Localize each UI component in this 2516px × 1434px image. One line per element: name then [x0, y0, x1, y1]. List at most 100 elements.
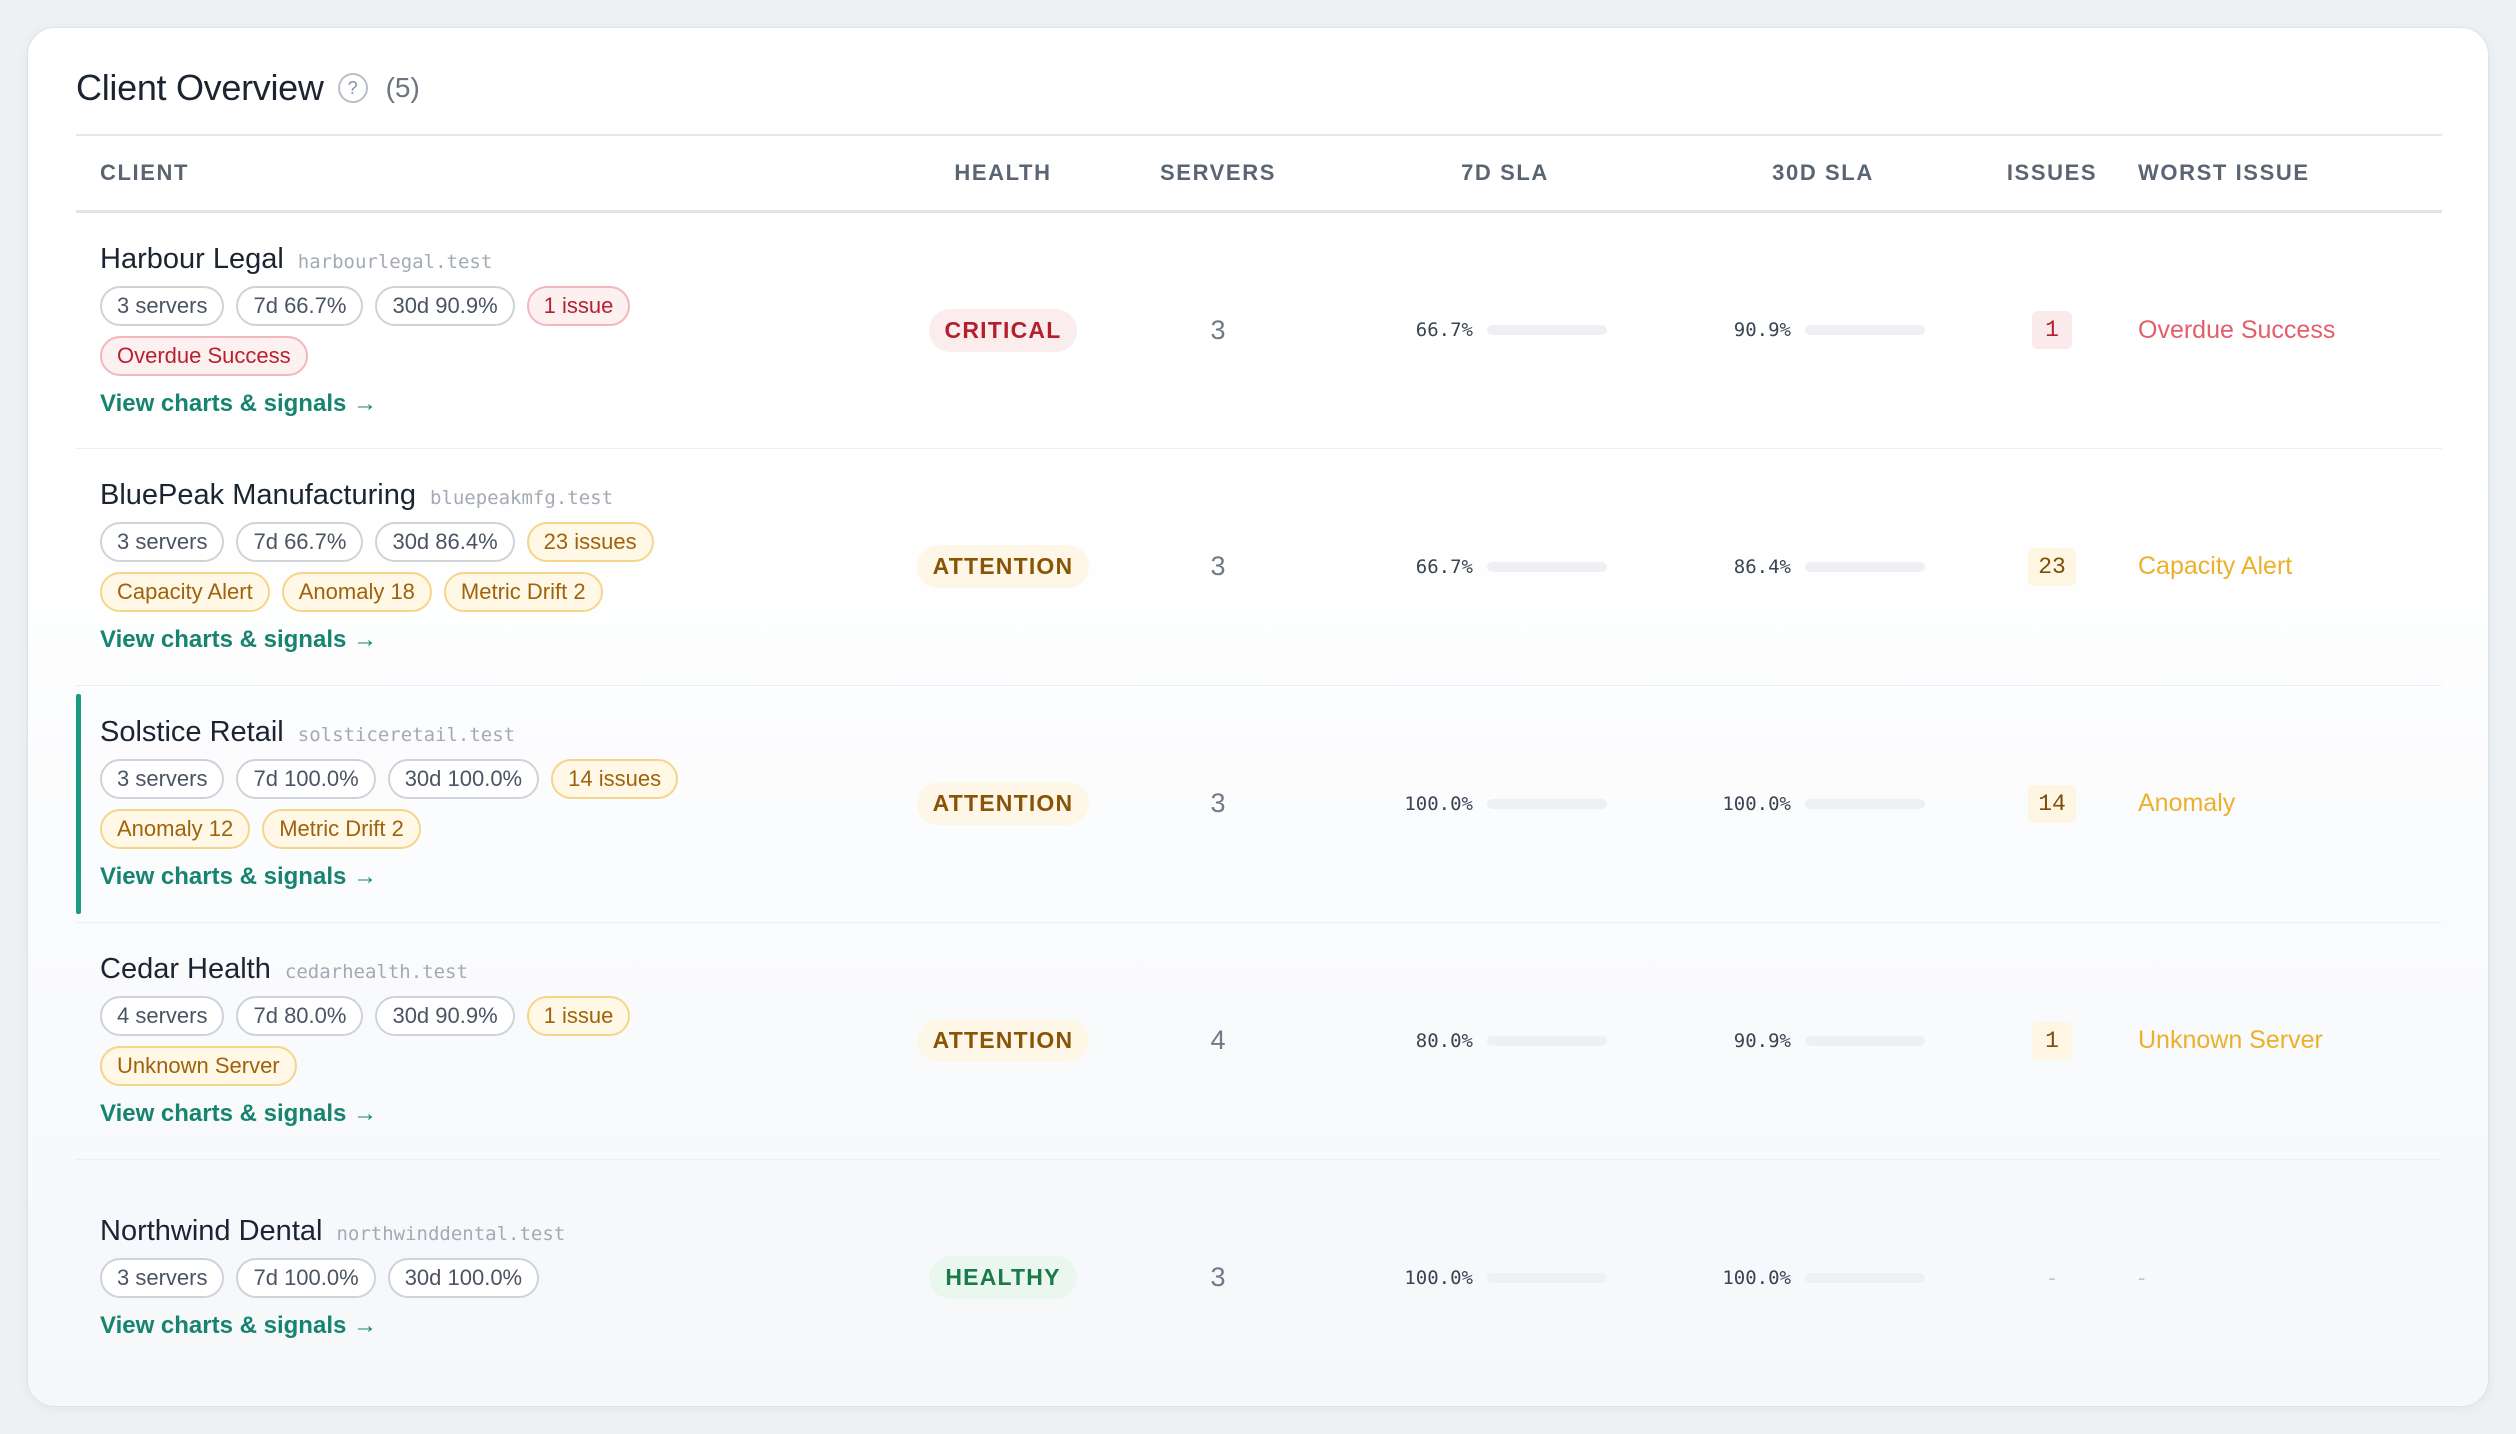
sla-7d-value: 66.7%: [1415, 319, 1473, 341]
view-charts-link[interactable]: View charts & signals →: [100, 1100, 377, 1127]
col-30d-sla[interactable]: 30D SLA: [1664, 134, 1982, 213]
col-7d-sla[interactable]: 7D SLA: [1346, 134, 1664, 213]
sla-30d-chip: 30d 86.4%: [375, 522, 515, 562]
table-row[interactable]: BluePeak Manufacturing bluepeakmfg.test …: [76, 448, 2442, 686]
sla-30d-chip: 30d 100.0%: [387, 759, 540, 799]
sla-7d-chip: 7d 80.0%: [236, 996, 364, 1036]
col-servers[interactable]: SERVERS: [1090, 134, 1346, 213]
sla-7d: 80.0%: [1403, 1030, 1607, 1052]
client-domain: cedarhealth.test: [284, 961, 468, 983]
issues-badge: 1: [2032, 1021, 2072, 1060]
help-icon[interactable]: ?: [337, 73, 368, 103]
issue-count-chip: 14 issues: [551, 759, 679, 799]
issues-badge: 23: [2028, 547, 2076, 586]
table-header-row: CLIENT HEALTH SERVERS 7D SLA 30D SLA ISS…: [76, 134, 2442, 213]
servers-chip: 4 servers: [100, 996, 225, 1036]
client-name: Cedar Health: [100, 953, 271, 985]
health-badge: ATTENTION: [916, 545, 1090, 588]
sla-7d-chip: 7d 66.7%: [236, 522, 364, 562]
view-charts-link[interactable]: View charts & signals →: [100, 626, 377, 653]
sla-30d-chip: 30d 90.9%: [375, 996, 515, 1036]
worst-issue: Capacity Alert: [2138, 552, 2293, 580]
issue-count-chip: 1 issue: [526, 996, 631, 1036]
chip-group: 4 servers 7d 80.0% 30d 90.9% 1 issue Unk…: [100, 996, 720, 1086]
sla-7d: 66.7%: [1403, 319, 1607, 341]
servers-chip: 3 servers: [100, 1258, 225, 1299]
sla-30d-bar: [1805, 798, 1925, 809]
issue-count-chip: 23 issues: [526, 522, 654, 562]
sla-7d-bar: [1487, 325, 1607, 335]
sla-7d-chip: 7d 66.7%: [236, 285, 364, 326]
client-name: Northwind Dental: [100, 1215, 323, 1248]
sla-30d-bar: [1805, 325, 1925, 335]
col-health[interactable]: HEALTH: [916, 134, 1090, 213]
sla-30d: 100.0%: [1721, 793, 1925, 815]
health-badge: ATTENTION: [916, 782, 1090, 825]
issue-tag-chip: Metric Drift 2: [262, 809, 421, 849]
servers-chip: 3 servers: [100, 759, 225, 799]
sla-7d-value: 100.0%: [1404, 1266, 1473, 1289]
issue-tag-chip: Anomaly 18: [281, 572, 432, 612]
client-domain: harbourlegal.test: [297, 250, 493, 273]
view-charts-link[interactable]: View charts & signals →: [100, 1312, 377, 1339]
server-count: 3: [1210, 314, 1226, 345]
sla-30d-value: 100.0%: [1722, 792, 1791, 815]
client-cell: Harbour Legal harbourlegal.test 3 server…: [76, 211, 916, 449]
server-count: 3: [1210, 1262, 1226, 1293]
sla-30d-value: 90.9%: [1733, 319, 1791, 341]
chip-group: 3 servers 7d 100.0% 30d 100.0% 14 issues…: [100, 759, 720, 849]
server-count: 4: [1210, 1025, 1226, 1055]
col-worst-issue[interactable]: WORST ISSUE: [2122, 134, 2442, 213]
sla-7d-chip: 7d 100.0%: [236, 759, 376, 799]
sla-30d-value: 100.0%: [1722, 1266, 1791, 1289]
chip-group: 3 servers 7d 100.0% 30d 100.0%: [100, 1258, 720, 1299]
sla-7d: 66.7%: [1403, 556, 1607, 578]
server-count: 3: [1210, 551, 1226, 581]
sla-7d-value: 100.0%: [1404, 792, 1473, 815]
sla-7d-bar: [1487, 1272, 1607, 1283]
col-client[interactable]: CLIENT: [76, 134, 916, 213]
sla-7d-chip: 7d 100.0%: [236, 1258, 376, 1299]
issue-tag-chip: Unknown Server: [100, 1046, 297, 1086]
client-cell: Cedar Health cedarhealth.test 4 servers …: [76, 922, 916, 1160]
issues-empty: -: [2048, 1264, 2056, 1290]
client-name: Solstice Retail: [100, 716, 284, 748]
sla-7d-bar: [1487, 1035, 1607, 1046]
issue-tag-chip: Capacity Alert: [100, 572, 270, 612]
sla-30d-value: 90.9%: [1733, 1029, 1791, 1052]
col-issues[interactable]: ISSUES: [1982, 134, 2122, 213]
client-domain: bluepeakmfg.test: [429, 487, 614, 509]
sla-7d: 100.0%: [1403, 793, 1607, 815]
server-count: 3: [1210, 788, 1226, 818]
chip-group: 3 servers 7d 66.7% 30d 86.4% 23 issues C…: [100, 522, 720, 612]
sla-30d-bar: [1805, 1272, 1925, 1283]
client-count: (5): [385, 72, 420, 103]
issues-badge: 14: [2028, 784, 2076, 823]
table-row[interactable]: Northwind Dental northwinddental.test 3 …: [76, 1159, 2442, 1396]
chip-group: 3 servers 7d 66.7% 30d 90.9% 1 issue Ove…: [100, 285, 720, 376]
client-name: Harbour Legal: [100, 242, 284, 275]
view-charts-link[interactable]: View charts & signals →: [100, 863, 377, 890]
table-row[interactable]: Harbour Legal harbourlegal.test 3 server…: [76, 211, 2442, 449]
table-row[interactable]: Cedar Health cedarhealth.test 4 servers …: [76, 922, 2442, 1160]
client-cell: BluePeak Manufacturing bluepeakmfg.test …: [76, 448, 916, 686]
client-domain: solsticeretail.test: [297, 724, 516, 746]
table-row[interactable]: Solstice Retail solsticeretail.test 3 se…: [76, 685, 2442, 923]
client-table: CLIENT HEALTH SERVERS 7D SLA 30D SLA ISS…: [76, 134, 2442, 1396]
worst-issue: Anomaly: [2138, 789, 2236, 817]
worst-issue: Unknown Server: [2138, 1026, 2323, 1054]
servers-chip: 3 servers: [100, 285, 225, 326]
page-title: Client Overview: [76, 67, 324, 108]
sla-30d-chip: 30d 100.0%: [387, 1258, 540, 1299]
card-header: Client Overview ? (5): [76, 58, 420, 118]
sla-30d-bar: [1805, 561, 1925, 572]
client-cell: Solstice Retail solsticeretail.test 3 se…: [76, 685, 916, 923]
health-badge: HEALTHY: [929, 1256, 1077, 1300]
view-charts-link[interactable]: View charts & signals →: [100, 390, 377, 417]
sla-30d: 90.9%: [1721, 1030, 1925, 1052]
client-name: BluePeak Manufacturing: [100, 479, 416, 511]
issue-tag-chip: Metric Drift 2: [443, 572, 603, 612]
client-overview-card: Client Overview ? (5) CLIENT HEALTH SERV…: [27, 27, 2489, 1407]
sla-7d-bar: [1487, 798, 1607, 809]
issues-badge: 1: [2032, 311, 2072, 349]
